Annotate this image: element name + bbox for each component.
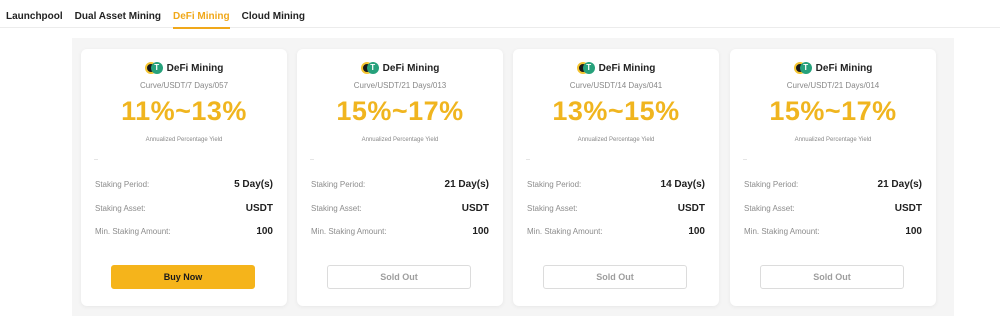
staking-period-row: Staking Period: 21 Day(s) [311, 177, 489, 191]
staking-asset-value: USDT [245, 202, 273, 214]
token-pair-icon: T [576, 62, 595, 74]
tab-defi-mining[interactable]: DeFi Mining [172, 0, 230, 29]
apy-caption: Annualized Percentage Yield [145, 137, 223, 143]
staking-asset-label: Staking Asset: [95, 203, 146, 213]
product-card: T DeFi Mining Curve/USDT/14 Days/041 13%… [513, 49, 719, 306]
product-card: T DeFi Mining Curve/USDT/7 Days/057 11%~… [81, 49, 287, 306]
usdt-token-icon: T [150, 62, 163, 74]
apy-value: 13%~15% [552, 96, 680, 126]
product-card: T DeFi Mining Curve/USDT/21 Days/014 15%… [730, 49, 936, 306]
min-amount-label: Min. Staking Amount: [95, 226, 171, 236]
apy-caption: Annualized Percentage Yield [577, 137, 655, 143]
staking-period-row: Staking Period: 14 Day(s) [527, 177, 705, 191]
staking-period-value: 14 Day(s) [660, 178, 705, 190]
staking-asset-label: Staking Asset: [527, 203, 578, 213]
min-amount-value: 100 [905, 225, 922, 237]
staking-period-label: Staking Period: [311, 179, 366, 189]
min-amount-row: Min. Staking Amount: 100 [95, 224, 273, 238]
token-pair-icon: T [144, 62, 163, 74]
product-name: DeFi Mining [166, 62, 224, 74]
divider [526, 159, 530, 160]
sold-out-button[interactable]: Sold Out [760, 265, 904, 289]
divider [310, 159, 314, 160]
min-amount-label: Min. Staking Amount: [527, 226, 603, 236]
staking-period-label: Staking Period: [744, 179, 799, 189]
tab-cloud-mining[interactable]: Cloud Mining [242, 0, 305, 28]
min-amount-value: 100 [688, 225, 705, 237]
product-name: DeFi Mining [815, 62, 873, 74]
divider [743, 159, 747, 160]
buy-now-button[interactable]: Buy Now [111, 265, 255, 289]
min-amount-label: Min. Staking Amount: [744, 226, 820, 236]
min-amount-row: Min. Staking Amount: 100 [311, 224, 489, 238]
sold-out-button[interactable]: Sold Out [543, 265, 687, 289]
apy-caption: Annualized Percentage Yield [794, 137, 872, 143]
product-code: Curve/USDT/14 Days/041 [569, 81, 663, 90]
staking-period-label: Staking Period: [95, 179, 150, 189]
usdt-token-icon: T [366, 62, 379, 74]
staking-asset-value: USDT [461, 202, 489, 214]
staking-asset-row: Staking Asset: USDT [527, 201, 705, 215]
sold-out-button[interactable]: Sold Out [327, 265, 471, 289]
product-name: DeFi Mining [598, 62, 656, 74]
apy-value: 15%~17% [336, 96, 464, 126]
staking-asset-value: USDT [677, 202, 705, 214]
apy-value: 15%~17% [769, 96, 897, 126]
staking-asset-value: USDT [894, 202, 922, 214]
product-name: DeFi Mining [382, 62, 440, 74]
card-header: T DeFi Mining [297, 62, 503, 74]
min-amount-row: Min. Staking Amount: 100 [527, 224, 705, 238]
product-code: Curve/USDT/21 Days/013 [353, 81, 447, 90]
product-code: Curve/USDT/21 Days/014 [786, 81, 880, 90]
product-card: T DeFi Mining Curve/USDT/21 Days/013 15%… [297, 49, 503, 306]
apy-caption: Annualized Percentage Yield [361, 137, 439, 143]
product-code: Curve/USDT/7 Days/057 [139, 81, 229, 90]
staking-period-value: 21 Day(s) [444, 178, 489, 190]
apy-value: 11%~13% [121, 96, 247, 126]
tab-launchpool[interactable]: Launchpool [6, 0, 63, 28]
usdt-token-icon: T [582, 62, 595, 74]
min-amount-value: 100 [256, 225, 273, 237]
staking-asset-row: Staking Asset: USDT [311, 201, 489, 215]
staking-asset-row: Staking Asset: USDT [744, 201, 922, 215]
card-header: T DeFi Mining [730, 62, 936, 74]
token-pair-icon: T [793, 62, 812, 74]
staking-asset-label: Staking Asset: [311, 203, 362, 213]
staking-period-row: Staking Period: 21 Day(s) [744, 177, 922, 191]
staking-period-label: Staking Period: [527, 179, 582, 189]
divider [94, 159, 98, 160]
token-pair-icon: T [360, 62, 379, 74]
staking-asset-label: Staking Asset: [744, 203, 795, 213]
min-amount-value: 100 [472, 225, 489, 237]
staking-period-row: Staking Period: 5 Day(s) [95, 177, 273, 191]
staking-asset-row: Staking Asset: USDT [95, 201, 273, 215]
staking-period-value: 21 Day(s) [877, 178, 922, 190]
tab-dual-asset-mining[interactable]: Dual Asset Mining [75, 0, 161, 28]
card-header: T DeFi Mining [513, 62, 719, 74]
tab-bar: Launchpool Dual Asset Mining DeFi Mining… [0, 0, 1000, 29]
min-amount-label: Min. Staking Amount: [311, 226, 387, 236]
staking-period-value: 5 Day(s) [234, 178, 273, 190]
usdt-token-icon: T [799, 62, 812, 74]
card-header: T DeFi Mining [81, 62, 287, 74]
min-amount-row: Min. Staking Amount: 100 [744, 224, 922, 238]
